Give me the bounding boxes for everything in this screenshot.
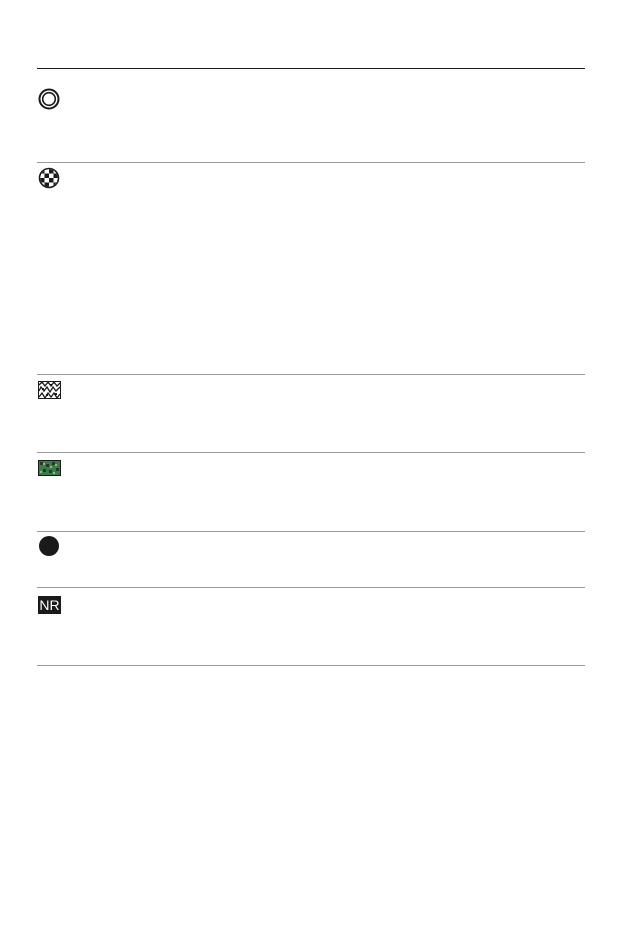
row-divider [37, 531, 585, 532]
table-top-rule [37, 68, 585, 69]
row-divider [37, 452, 585, 453]
nr-icon-text: NR [39, 597, 59, 613]
filled-circle-icon [39, 536, 59, 556]
row-divider [37, 162, 585, 163]
noise-reduction-icon: NR [38, 596, 61, 614]
row-divider [37, 587, 585, 588]
table-bottom-rule [37, 665, 585, 666]
texture-pattern-icon [38, 381, 61, 399]
ring-icon [38, 88, 60, 110]
row-divider [37, 374, 585, 375]
color-texture-icon [38, 460, 61, 476]
checker-circle-icon [38, 167, 60, 189]
